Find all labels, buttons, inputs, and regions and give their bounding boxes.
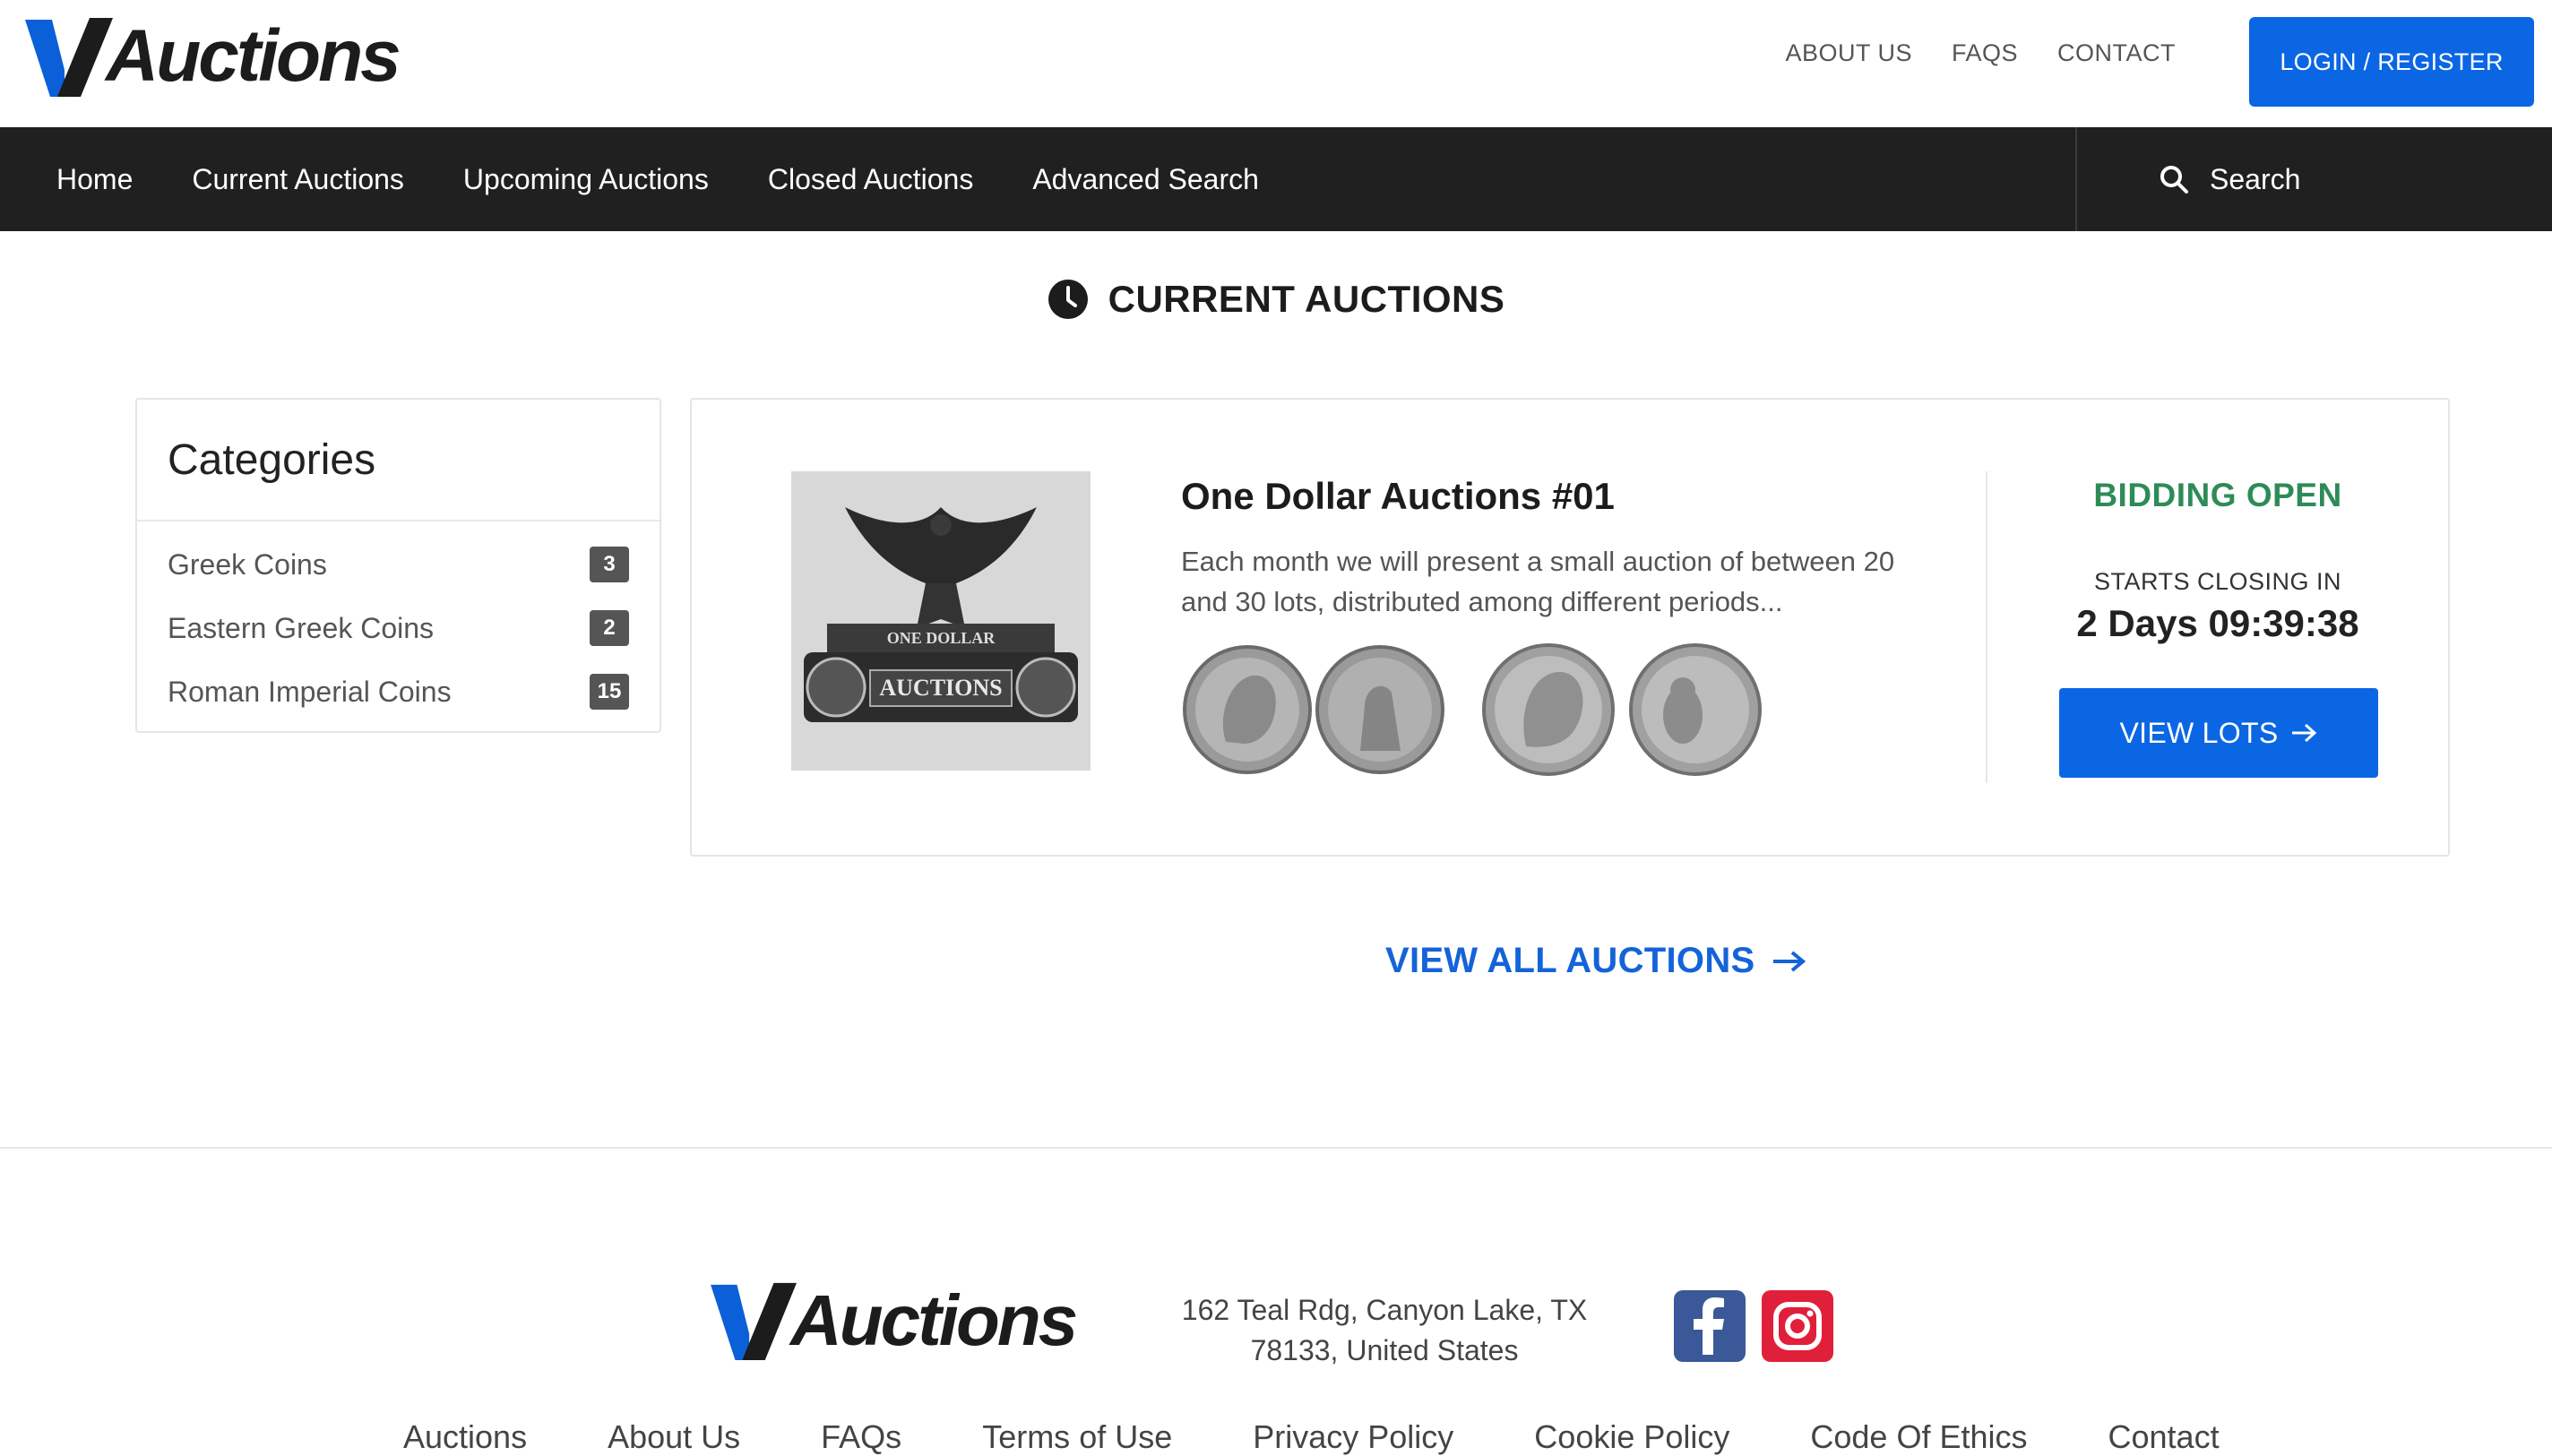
eagle-banknote-image: ONE DOLLAR AUCTIONS [791,471,1091,771]
search-label: Search [2210,162,2301,195]
footer-link-privacy[interactable]: Privacy Policy [1253,1418,1453,1456]
v-logo-icon [25,18,113,97]
arrow-right-icon [2292,723,2317,743]
auction-description: Each month we will present a small aucti… [1181,546,1895,617]
section-heading: CURRENT AUCTIONS [0,278,2552,321]
footer-address: 162 Teal Rdg, Canyon Lake, TX 78133, Uni… [1165,1290,1604,1371]
category-roman-imperial-coins[interactable]: Roman Imperial Coins 15 [168,674,629,710]
instagram-glyph-icon [1773,1302,1822,1350]
category-greek-coins[interactable]: Greek Coins 3 [168,547,629,582]
address-line-2: 78133, United States [1250,1334,1519,1366]
category-count-badge: 3 [590,547,629,582]
footer-link-about-us[interactable]: About Us [608,1418,740,1456]
category-count-badge: 2 [590,610,629,646]
site-logo[interactable]: Auctions [25,14,401,99]
category-count-badge: 15 [590,674,629,710]
coin-icon [1183,645,1312,774]
category-label: Eastern Greek Coins [168,611,435,644]
search-icon [2160,166,2188,194]
nav-closed-auctions[interactable]: Closed Auctions [768,163,973,196]
arrow-right-icon [1772,950,1806,972]
footer-link-faqs[interactable]: FAQs [821,1418,901,1456]
section-title: CURRENT AUCTIONS [1108,278,1505,320]
image-text-top: ONE DOLLAR [887,629,996,647]
logo-text: Auctions [106,15,401,97]
about-us-link[interactable]: ABOUT US [1785,39,1912,67]
view-lots-label: VIEW LOTS [2119,716,2279,749]
nav-upcoming-auctions[interactable]: Upcoming Auctions [463,163,709,196]
auction-card: ONE DOLLAR AUCTIONS One Dollar Auctions … [690,398,2450,857]
view-all-auctions-link[interactable]: VIEW ALL AUCTIONS [1385,941,1806,981]
footer-link-ethics[interactable]: Code Of Ethics [1810,1418,2027,1456]
category-label: Roman Imperial Coins [168,675,452,708]
address-line-1: 162 Teal Rdg, Canyon Lake, TX [1181,1294,1588,1326]
nav-divider [2075,127,2077,231]
footer-link-auctions[interactable]: Auctions [403,1418,527,1456]
main-nav: Home Current Auctions Upcoming Auctions … [0,127,2552,231]
category-eastern-greek-coins[interactable]: Eastern Greek Coins 2 [168,610,629,646]
footer-divider [0,1147,2552,1149]
facebook-glyph-icon [1694,1297,1724,1355]
view-lots-button[interactable]: VIEW LOTS [2059,688,2378,778]
categories-heading: Categories [137,400,660,521]
faqs-link[interactable]: FAQS [1952,39,2018,67]
footer-links: Auctions About Us FAQs Terms of Use Priv… [403,1418,2220,1456]
footer-link-terms[interactable]: Terms of Use [982,1418,1172,1456]
contact-link[interactable]: CONTACT [2057,39,2176,67]
nav-home[interactable]: Home [56,163,133,196]
countdown-timer: 2 Days 09:39:38 [2076,602,2359,644]
footer-logo[interactable]: Auctions [710,1279,1078,1362]
instagram-icon[interactable] [1762,1290,1833,1362]
facebook-icon[interactable] [1674,1290,1746,1362]
nav-search-button[interactable]: Search [2158,127,2300,231]
footer-link-cookie[interactable]: Cookie Policy [1534,1418,1729,1456]
closing-label: STARTS CLOSING IN [2093,568,2342,595]
coin-icon [1482,643,1615,776]
bidding-status: BIDDING OPEN [2093,477,2342,513]
nav-current-auctions[interactable]: Current Auctions [192,163,404,196]
coin-icon [1629,643,1762,776]
v-logo-icon [711,1282,797,1361]
login-register-button[interactable]: LOGIN / REGISTER [2249,17,2534,107]
top-bar: Auctions ABOUT US FAQS CONTACT LOGIN / R… [0,0,2552,127]
coin-icon [1315,645,1444,774]
clock-icon [1048,280,1088,319]
coin-images [1183,643,1762,776]
auction-thumbnail[interactable]: ONE DOLLAR AUCTIONS [791,471,1091,771]
category-label: Greek Coins [168,547,327,581]
view-all-label: VIEW ALL AUCTIONS [1385,941,1755,980]
image-text-main: AUCTIONS [879,675,1002,701]
footer-link-contact[interactable]: Contact [2108,1418,2220,1456]
categories-panel: Categories Greek Coins 3 Eastern Greek C… [135,398,661,733]
top-links: ABOUT US FAQS CONTACT [1785,39,2176,67]
logo-text: Auctions [790,1280,1078,1360]
nav-advanced-search[interactable]: Advanced Search [1032,163,1259,196]
auction-title[interactable]: One Dollar Auctions #01 [1181,475,1615,518]
